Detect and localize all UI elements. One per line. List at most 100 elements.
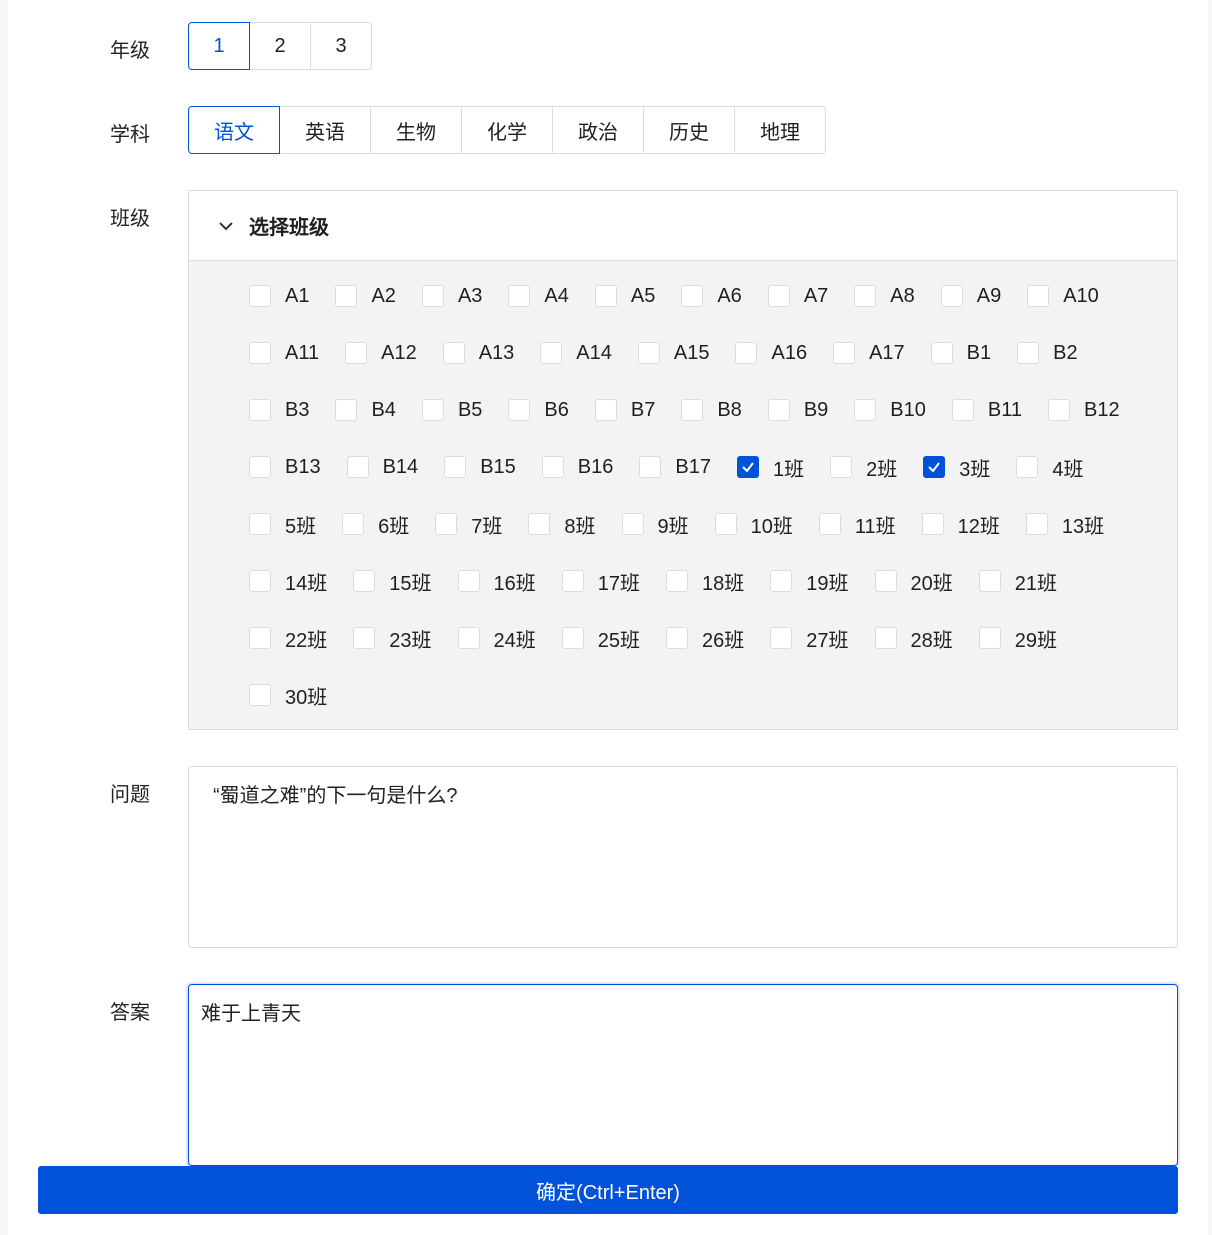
checkbox-box[interactable]	[930, 342, 953, 364]
class-checkbox[interactable]: B6	[508, 397, 569, 423]
checkbox-box[interactable]	[830, 456, 853, 478]
checkbox-box[interactable]	[666, 627, 688, 649]
checkbox-box[interactable]	[346, 456, 369, 478]
class-checkbox[interactable]: B13	[249, 454, 321, 480]
checkbox-box[interactable]	[874, 570, 897, 592]
checkbox-box[interactable]	[594, 285, 617, 307]
checkbox-box[interactable]	[249, 456, 271, 478]
class-checkbox[interactable]: 13班	[1025, 511, 1104, 538]
class-checkbox[interactable]: 26班	[666, 625, 744, 652]
class-checkbox[interactable]: 21班	[978, 568, 1057, 595]
checkbox-box[interactable]	[249, 399, 271, 421]
class-checkbox[interactable]: 22班	[249, 625, 327, 652]
class-checkbox[interactable]: 10班	[714, 511, 793, 538]
checkbox-box[interactable]	[335, 285, 358, 307]
class-checkbox[interactable]: A7	[767, 283, 828, 309]
class-checkbox[interactable]: A6	[681, 283, 742, 309]
checkbox-box[interactable]	[249, 285, 271, 307]
checkbox-box[interactable]	[681, 399, 704, 421]
class-checkbox[interactable]: B15	[444, 454, 516, 480]
class-checkbox[interactable]: 4班	[1016, 454, 1083, 481]
class-checkbox[interactable]: 25班	[561, 625, 640, 652]
class-checkbox[interactable]: 19班	[770, 568, 849, 595]
grade-option[interactable]: 2	[249, 22, 311, 70]
checkbox-box[interactable]	[735, 342, 758, 364]
checkbox-box[interactable]	[714, 513, 737, 535]
class-checkbox[interactable]: 2班	[830, 454, 897, 481]
checkbox-box[interactable]	[978, 627, 1001, 649]
class-checkbox[interactable]: A2	[335, 283, 396, 309]
class-checkbox[interactable]: A13	[442, 340, 514, 366]
submit-button[interactable]: 确定(Ctrl+Enter)	[38, 1166, 1178, 1214]
class-checkbox[interactable]: 1班	[736, 454, 804, 481]
class-checkbox[interactable]: B4	[335, 397, 396, 423]
checkbox-box[interactable]	[353, 627, 376, 649]
class-checkbox[interactable]: A5	[594, 283, 655, 309]
checkbox-box[interactable]	[854, 399, 877, 421]
checkbox-box[interactable]	[736, 456, 759, 478]
checkbox-box[interactable]	[249, 684, 271, 706]
checkbox-box[interactable]	[1016, 456, 1039, 478]
class-checkbox[interactable]: B11	[951, 397, 1022, 423]
checkbox-box[interactable]	[770, 627, 793, 649]
checkbox-box[interactable]	[1027, 285, 1050, 307]
checkbox-box[interactable]	[770, 570, 793, 592]
class-checkbox[interactable]: 7班	[435, 511, 502, 538]
class-checkbox[interactable]: 6班	[342, 511, 409, 538]
checkbox-box[interactable]	[508, 285, 531, 307]
class-checkbox[interactable]: 27班	[770, 625, 849, 652]
class-checkbox[interactable]: A12	[345, 340, 417, 366]
class-checkbox[interactable]: A14	[540, 340, 612, 366]
checkbox-box[interactable]	[249, 570, 271, 592]
checkbox-box[interactable]	[978, 570, 1001, 592]
subject-option[interactable]: 历史	[643, 106, 735, 154]
checkbox-box[interactable]	[767, 399, 790, 421]
class-checkbox[interactable]: B14	[346, 454, 418, 480]
checkbox-box[interactable]	[342, 513, 365, 535]
checkbox-box[interactable]	[457, 570, 480, 592]
checkbox-box[interactable]	[921, 513, 944, 535]
checkbox-box[interactable]	[854, 285, 877, 307]
class-checkbox[interactable]: 8班	[528, 511, 596, 538]
class-checkbox[interactable]: B7	[594, 397, 655, 423]
class-checkbox[interactable]: 3班	[923, 454, 990, 481]
class-checkbox[interactable]: 28班	[874, 625, 953, 652]
subject-option[interactable]: 化学	[461, 106, 553, 154]
class-checkbox[interactable]: B10	[854, 397, 926, 423]
checkbox-box[interactable]	[541, 456, 564, 478]
subject-option[interactable]: 地理	[734, 106, 826, 154]
class-checkbox[interactable]: 20班	[874, 568, 953, 595]
checkbox-box[interactable]	[528, 513, 551, 535]
class-checkbox[interactable]: 12班	[921, 511, 1000, 538]
class-checkbox[interactable]: A15	[637, 340, 709, 366]
checkbox-box[interactable]	[951, 399, 974, 421]
checkbox-box[interactable]	[594, 399, 617, 421]
checkbox-box[interactable]	[874, 627, 897, 649]
checkbox-box[interactable]	[681, 285, 704, 307]
checkbox-box[interactable]	[249, 342, 271, 364]
class-checkbox[interactable]: 14班	[249, 568, 327, 595]
class-checkbox[interactable]: B12	[1047, 397, 1120, 423]
checkbox-box[interactable]	[923, 456, 946, 478]
grade-option[interactable]: 1	[188, 22, 250, 70]
checkbox-box[interactable]	[818, 513, 841, 535]
class-checkbox[interactable]: A3	[421, 283, 482, 309]
class-checkbox[interactable]: A11	[249, 340, 319, 366]
class-checkbox[interactable]: 16班	[457, 568, 536, 595]
checkbox-box[interactable]	[435, 513, 458, 535]
class-checkbox[interactable]: B17	[639, 454, 711, 480]
class-checkbox[interactable]: 24班	[457, 625, 536, 652]
checkbox-box[interactable]	[421, 285, 444, 307]
class-checkbox[interactable]: 17班	[561, 568, 640, 595]
checkbox-box[interactable]	[249, 627, 271, 649]
checkbox-box[interactable]	[249, 513, 271, 535]
class-checkbox[interactable]: A1	[249, 283, 309, 309]
class-checkbox[interactable]: A4	[508, 283, 569, 309]
class-checkbox[interactable]: A10	[1027, 283, 1099, 309]
class-checkbox[interactable]: A8	[854, 283, 915, 309]
checkbox-box[interactable]	[833, 342, 856, 364]
subject-option[interactable]: 语文	[188, 106, 280, 154]
class-checkbox[interactable]: 29班	[978, 625, 1057, 652]
checkbox-box[interactable]	[444, 456, 467, 478]
checkbox-box[interactable]	[457, 627, 480, 649]
